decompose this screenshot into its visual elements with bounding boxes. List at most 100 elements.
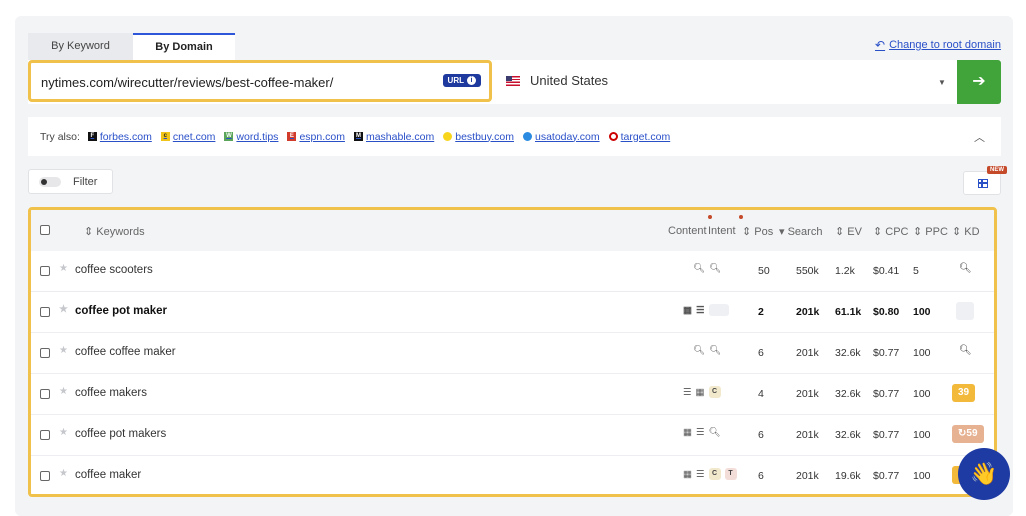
try-also-forbes[interactable]: Fforbes.com (87, 131, 152, 143)
keyword-cell[interactable]: coffee makers (75, 387, 147, 399)
try-also-mashable[interactable]: Mmashable.com (353, 131, 434, 143)
tab-by-domain[interactable]: By Domain (133, 33, 235, 60)
search-icon: 🔍︎ (693, 263, 706, 274)
change-root-domain-label: Change to root domain (889, 39, 1001, 51)
header-kd-label: KD (964, 226, 980, 238)
row-checkbox[interactable] (40, 266, 50, 276)
kd-search-icon[interactable]: 🔍︎ (959, 263, 972, 274)
header-keywords-label: Keywords (96, 226, 145, 238)
table-row[interactable]: ★ coffee scooters 🔍︎ 🔍︎ 50 550k 1.2k $0.4… (31, 251, 994, 292)
ev-cell: 32.6k (835, 388, 861, 400)
header-intent[interactable]: Intent (708, 225, 736, 237)
country-select[interactable]: United States (506, 73, 608, 88)
star-icon[interactable]: ★ (59, 468, 68, 479)
star-icon[interactable]: ★ (59, 345, 68, 356)
star-icon[interactable]: ★ (59, 263, 68, 274)
try-also-link-label: word.tips (236, 130, 279, 143)
filter-label: Filter (73, 175, 98, 188)
pos-cell: 4 (758, 388, 764, 400)
keyword-cell[interactable]: coffee scooters (75, 264, 153, 276)
table-row[interactable]: ★ coffee pot maker ▦ ☰ 2 201k 61.1k $0.80… (31, 292, 994, 333)
intent-placeholder (708, 304, 729, 316)
row-checkbox[interactable] (40, 348, 50, 358)
header-cpc[interactable]: ⇕ CPC (873, 225, 909, 238)
url-type-badge[interactable]: URL i (442, 74, 481, 87)
try-also-usatoday[interactable]: usatoday.com (523, 131, 600, 143)
header-ppc[interactable]: ⇕ PPC (913, 225, 948, 238)
chevron-down-icon[interactable]: ▼ (938, 78, 946, 87)
header-search[interactable]: ▾ Search (779, 225, 822, 238)
header-content[interactable]: Content (668, 225, 707, 237)
select-all-checkbox[interactable] (40, 225, 50, 235)
kd-badge: ↻59 (952, 425, 984, 443)
briefcase-icon: ▦ (683, 304, 692, 316)
cpc-cell: $0.77 (873, 470, 900, 482)
search-submit-button[interactable]: ➔ (957, 60, 1001, 104)
header-pos[interactable]: ⇕ Pos (742, 225, 773, 238)
ppc-cell: 100 (913, 347, 931, 359)
tab-by-keyword[interactable]: By Keyword (28, 33, 133, 60)
help-chat-button[interactable]: 👋 (958, 448, 1010, 500)
header-search-label: Search (787, 226, 823, 238)
commercial-intent-badge: C (708, 468, 721, 480)
star-icon[interactable]: ★ (59, 427, 68, 438)
arrow-right-icon: ➔ (972, 73, 986, 90)
try-also-link-label: usatoday.com (535, 130, 600, 143)
table-row[interactable]: ★ coffee maker ▦ ☰ C T 6 201k 19.6k $0.77 1… (31, 456, 994, 494)
star-icon[interactable]: ★ (59, 304, 68, 315)
briefcase-icon: ▦ (683, 468, 692, 480)
url-input[interactable]: nytimes.com/wirecutter/reviews/best-coff… (28, 60, 492, 102)
try-also-wordtips[interactable]: Wword.tips (224, 131, 278, 143)
keyword-cell[interactable]: coffee coffee maker (75, 346, 176, 358)
header-ev[interactable]: ⇕ EV (835, 225, 862, 238)
try-also-link-label: bestbuy.com (455, 130, 514, 143)
cpc-cell: $0.77 (873, 347, 900, 359)
search-icon: 🔍︎ (693, 345, 706, 356)
list-icon: ☰ (683, 386, 692, 398)
try-also-cnet[interactable]: c cnet.com (160, 131, 215, 143)
intent-cell: ▦ ☰ C T (683, 468, 737, 480)
target-favicon-icon (608, 132, 618, 141)
header-pos-label: Pos (754, 226, 774, 238)
cpc-cell: $0.41 (873, 265, 900, 277)
try-also-espn[interactable]: Eespn.com (287, 131, 345, 143)
header-content-dot (708, 215, 712, 219)
keyword-cell[interactable]: coffee pot maker (75, 305, 167, 317)
keyword-cell[interactable]: coffee maker (75, 469, 141, 481)
try-also-link-label: espn.com (299, 130, 345, 143)
us-flag-icon (506, 75, 520, 86)
cpc-cell: $0.77 (873, 429, 900, 441)
table-columns-icon (978, 179, 988, 188)
change-root-domain-link[interactable]: ↶ Change to root domain (875, 38, 1001, 52)
wordtips-favicon-icon: W (224, 132, 234, 141)
try-also-bestbuy[interactable]: bestbuy.com (443, 131, 514, 143)
ev-cell: 32.6k (835, 347, 861, 359)
search-icon: 🔍︎ (708, 427, 721, 438)
filter-toggle-button[interactable]: Filter (28, 169, 113, 194)
chevron-up-icon[interactable]: ︿ (974, 129, 985, 145)
try-also-target[interactable]: target.com (608, 131, 670, 143)
intent-cell: ▦ ☰ 🔍︎ (683, 427, 721, 438)
cpc-cell: $0.77 (873, 388, 900, 400)
star-icon[interactable]: ★ (59, 386, 68, 397)
row-checkbox[interactable] (40, 430, 50, 440)
country-label: United States (530, 73, 609, 88)
columns-button[interactable] (963, 171, 1001, 195)
kd-badge (956, 302, 974, 320)
mode-tabs: By Keyword By Domain (28, 33, 235, 60)
row-checkbox[interactable] (40, 471, 50, 481)
ppc-cell: 5 (913, 265, 919, 277)
intent-cell: ☰ ▦ C (683, 386, 721, 398)
table-row[interactable]: ★ coffee coffee maker 🔍︎ 🔍︎ 6 201k 32.6k … (31, 333, 994, 374)
url-input-value: nytimes.com/wirecutter/reviews/best-coff… (41, 75, 334, 90)
row-checkbox[interactable] (40, 389, 50, 399)
pos-cell: 6 (758, 347, 764, 359)
header-keywords[interactable]: ⇕ Keywords (84, 225, 145, 238)
row-checkbox[interactable] (40, 307, 50, 317)
table-row[interactable]: ★ coffee pot makers ▦ ☰ 🔍︎ 6 201k 32.6k $0… (31, 415, 994, 456)
header-kd[interactable]: ⇕ KD (952, 225, 980, 238)
table-row[interactable]: ★ coffee makers ☰ ▦ C 4 201k 32.6k $0.77 1… (31, 374, 994, 415)
keyword-cell[interactable]: coffee pot makers (75, 428, 166, 440)
kd-search-icon[interactable]: 🔍︎ (959, 345, 972, 356)
header-cpc-label: CPC (885, 226, 909, 238)
